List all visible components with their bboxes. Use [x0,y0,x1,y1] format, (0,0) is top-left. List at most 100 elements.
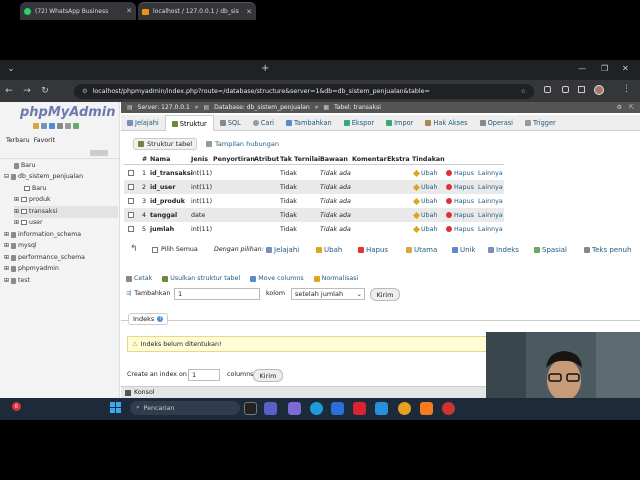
expand-icon[interactable]: ⊞ [4,277,9,284]
edit-column-link[interactable]: Ubah [412,169,437,177]
meet-icon[interactable] [288,402,301,415]
task-view-icon[interactable] [244,402,257,415]
docs-icon[interactable] [57,123,63,129]
subtab-table-structure[interactable]: Struktur tabel [133,138,198,150]
help-icon[interactable] [49,123,55,129]
select-all[interactable]: Pilih Semua [152,246,198,253]
collapse-icon[interactable]: ⇱ [629,104,634,111]
extension-icon[interactable] [544,86,551,93]
add-column-count-input[interactable]: 1 [174,288,260,300]
help-icon[interactable]: ? [157,316,164,322]
edit-column-link[interactable]: Ubah [412,197,437,205]
edit-column-link[interactable]: Ubah [412,225,437,233]
drop-column-link[interactable]: Hapus [446,226,474,233]
tab-insert[interactable]: Tambahkan [280,115,338,131]
back-icon[interactable]: ← [0,86,18,96]
breadcrumb-table[interactable]: Tabel: transaksi [334,104,381,111]
tree-item-test[interactable]: ⊞ test [4,275,30,287]
new-tab-icon[interactable]: + [261,63,269,74]
collapse-all-icon[interactable] [90,150,108,156]
bulk-action-5[interactable]: Unik [452,246,476,254]
move-columns-link[interactable]: Move columns [250,275,304,282]
tab-triggers[interactable]: Trigger [519,115,562,131]
tab-list-icon[interactable]: ⌄ [2,64,20,74]
row-checkbox[interactable] [128,198,134,204]
tab-structure[interactable]: Struktur [164,115,214,131]
tab-favorites[interactable]: Favorit [34,137,55,144]
taskbar-search-box[interactable]: ⌕ Pencarian [130,401,240,415]
expand-icon[interactable]: ⊞ [4,265,9,272]
app-icon[interactable] [442,402,455,415]
row-checkbox[interactable] [128,184,134,190]
bulk-action-2[interactable]: Ubah [316,246,342,254]
breadcrumb-server[interactable]: Server: 127.0.0.1 [138,104,190,111]
tree-item-user[interactable]: ⊞ user [14,217,43,229]
add-column-submit-button[interactable]: Kirim [370,288,400,301]
bulk-action-3[interactable]: Hapus [358,246,388,254]
edge-icon[interactable] [310,402,323,415]
bulk-action-6[interactable]: Indeks [488,246,519,254]
drop-column-link[interactable]: Hapus [446,198,474,205]
edit-column-link[interactable]: Ubah [412,211,437,219]
header-default[interactable]: Bawaan [320,156,348,163]
teams-icon[interactable] [264,402,277,415]
drop-column-link[interactable]: Hapus [446,170,474,177]
tab-operations[interactable]: Operasi [474,115,519,131]
mcafee-icon[interactable] [353,402,366,415]
add-column-position-select[interactable]: setelah jumlah ⌄ [291,288,365,300]
header-comments[interactable]: Komentar [352,156,387,163]
tab-browse[interactable]: Jelajahi [121,115,165,131]
subtab-relation-view[interactable]: Tampilan hubungan [206,138,279,150]
settings-icon[interactable]: ⚙ [617,104,622,111]
address-bar[interactable]: ⚙ localhost/phpmyadmin/index.php?route=/… [74,84,534,99]
extensions-puzzle-icon[interactable] [562,86,569,93]
close-tab-icon[interactable]: ✕ [126,7,132,15]
sidepanel-icon[interactable] [578,86,585,93]
more-actions-link[interactable]: Lainnya [478,198,503,205]
tab-import[interactable]: Impor [380,115,419,131]
propose-structure-link[interactable]: Usulkan struktur tabel [162,275,240,282]
phpmyadmin-logo[interactable]: phpMyAdmin [20,105,116,120]
drop-column-link[interactable]: Hapus [446,212,474,219]
windows-start-icon[interactable] [110,402,121,413]
expand-icon[interactable]: ⊞ [4,231,9,238]
more-actions-link[interactable]: Lainnya [478,226,503,233]
create-index-submit-button[interactable]: Kirim [253,369,283,382]
more-actions-link[interactable]: Lainnya [478,170,503,177]
normalize-link[interactable]: Normalisasi [313,275,358,282]
site-info-icon[interactable]: ⚙ [82,88,88,95]
expand-icon[interactable]: ⊞ [14,196,19,203]
tree-item-table-new[interactable]: Baru [24,183,47,195]
expand-icon[interactable]: ⊞ [4,242,9,249]
maximize-icon[interactable]: ❐ [601,64,608,73]
header-type[interactable]: Jenis [191,156,208,163]
tree-item-information-schema[interactable]: ⊞ information_schema [4,229,81,241]
create-index-count-input[interactable]: 1 [188,369,220,381]
tab-export[interactable]: Ekspor [338,115,380,131]
console-bar[interactable]: Konsol [121,386,486,398]
expand-icon[interactable]: ⊞ [14,219,19,226]
print-link[interactable]: Cetak [126,275,152,282]
close-window-icon[interactable]: ✕ [622,64,629,73]
more-actions-link[interactable]: Lainnya [478,184,503,191]
drop-column-link[interactable]: Hapus [446,184,474,191]
tree-item-db-sistem-penjualan[interactable]: ⊟ db_sistem_penjualan [4,171,83,183]
header-name[interactable]: Nama [150,156,170,163]
tree-item-phpmyadmin[interactable]: ⊞ phpmyadmin [4,263,59,275]
tree-item-mysql[interactable]: ⊞ mysql [4,240,37,252]
logout-icon[interactable] [41,123,47,129]
row-checkbox[interactable] [128,226,134,232]
tab-privileges[interactable]: Hak Akses [419,115,473,131]
expand-icon[interactable]: ⊞ [4,254,9,261]
expand-icon[interactable]: ⊞ [14,208,19,215]
profile-avatar[interactable] [594,85,604,95]
browser-tab-whatsapp[interactable]: (72) WhatsApp Business ✕ [20,2,136,20]
browser-tab-phpmyadmin[interactable]: localhost / 127.0.0.1 / db_sistem ✕ [138,2,256,20]
tab-recent[interactable]: Terbaru [6,137,30,144]
select-all-checkbox[interactable] [152,246,158,253]
bulk-action-8[interactable]: Teks penuh [584,246,631,254]
settings-icon[interactable] [65,123,71,129]
header-extra[interactable]: Ekstra [387,156,410,163]
tab-sql[interactable]: SQL [214,115,247,131]
minimize-icon[interactable]: — [578,64,586,73]
